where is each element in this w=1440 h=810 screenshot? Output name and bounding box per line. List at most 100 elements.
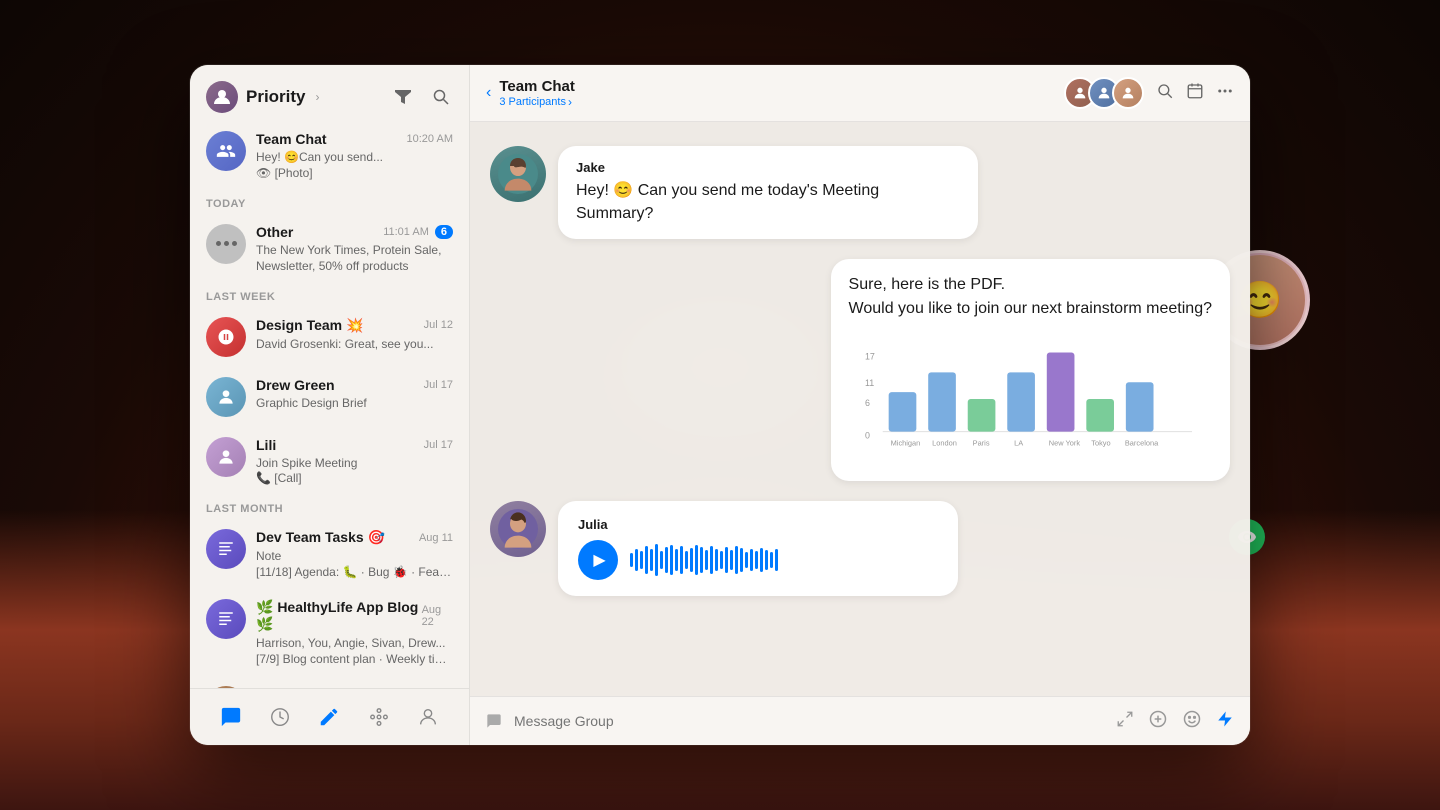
svg-text:6: 6 <box>864 398 869 408</box>
team-chat-icon <box>216 141 236 161</box>
add-icon <box>1148 709 1168 729</box>
messages-area: Jake Hey! 😊 Can you send me today's Meet… <box>470 122 1250 696</box>
expand-input-button[interactable] <box>1116 710 1134 733</box>
wave-bar <box>685 551 688 569</box>
lightning-button[interactable] <box>1216 710 1234 733</box>
conv-item-other[interactable]: Other 11:01 AM 6 The New York Times, Pro… <box>190 214 469 283</box>
wave-bar <box>715 549 718 571</box>
message-bubble-reply: Sure, here is the PDF.Would you like to … <box>831 259 1230 480</box>
svg-text:Tokyo: Tokyo <box>1091 438 1110 447</box>
conv-content-other: Other 11:01 AM 6 The New York Times, Pro… <box>256 224 453 273</box>
section-today: TODAY <box>190 190 469 214</box>
conv-avatar-lili <box>206 437 246 477</box>
julia-sender-name: Julia <box>578 517 778 532</box>
conv-content-lili: Lili Jul 17 Join Spike Meeting 📞 [Call] <box>256 437 453 486</box>
julia-avatar-graphic <box>498 509 538 549</box>
play-icon: ▶ <box>593 550 605 570</box>
emoji-button[interactable] <box>1182 709 1202 734</box>
conversation-list: Team Chat 10:20 AM Hey! 😊Can you send...… <box>190 121 469 688</box>
conv-item-dev-tasks[interactable]: Dev Team Tasks 🎯 Aug 11 Note [11/18] Age… <box>190 519 469 589</box>
wave-bar <box>760 548 763 572</box>
conv-avatar-jake-ford <box>206 686 246 688</box>
nav-apps-button[interactable] <box>361 699 397 735</box>
user-avatar-icon <box>212 87 232 107</box>
wave-bar <box>630 553 633 567</box>
wave-bar <box>700 547 703 573</box>
conv-name-lili: Lili <box>256 437 276 453</box>
p1-avatar-icon <box>1072 85 1088 101</box>
sidebar-bottom-nav <box>190 688 469 745</box>
conv-item-design-team[interactable]: Design Team 💥 Jul 12 David Grosenki: Gre… <box>190 307 469 367</box>
wave-bar <box>695 545 698 575</box>
conv-avatar-dev-tasks <box>206 529 246 569</box>
expand-icon <box>1116 710 1134 728</box>
conv-item-lili[interactable]: Lili Jul 17 Join Spike Meeting 📞 [Call] <box>190 427 469 496</box>
conv-time-other: 11:01 AM <box>383 226 429 238</box>
conv-item-team-chat[interactable]: Team Chat 10:20 AM Hey! 😊Can you send...… <box>190 121 469 190</box>
conv-preview2-other: Newsletter, 50% off products <box>256 259 453 273</box>
svg-text:New York: New York <box>1048 438 1080 447</box>
filter-icon <box>395 90 411 104</box>
jake-sender-name: Jake <box>576 160 960 175</box>
nav-contacts-button[interactable] <box>410 699 446 735</box>
chat-search-button[interactable] <box>1156 82 1174 105</box>
back-button[interactable]: ‹ <box>486 84 491 102</box>
svg-text:0: 0 <box>864 430 869 440</box>
conv-item-healthylife[interactable]: 🌿 HealthyLife App Blog 🌿 Aug 22 Harrison… <box>190 589 469 676</box>
conv-header-dev-tasks: Dev Team Tasks 🎯 Aug 11 <box>256 529 453 546</box>
conv-preview2-dev-tasks: [11/18] Agenda: 🐛 · Bug 🐞 · Feature ⚙️ <box>256 565 453 579</box>
chat-calendar-button[interactable] <box>1186 82 1204 105</box>
play-voice-button[interactable]: ▶ <box>578 540 618 580</box>
search-button[interactable] <box>429 85 453 109</box>
chat-header-left: ‹ Team Chat 3 Participants › <box>486 78 575 109</box>
wave-bar <box>720 551 723 569</box>
conv-preview1-healthylife: Harrison, You, Angie, Sivan, Drew... <box>256 635 453 652</box>
sidebar-title-area: Priority › <box>206 81 320 113</box>
app-layout: Priority › <box>190 65 1250 745</box>
svg-text:Paris: Paris <box>972 438 989 447</box>
conv-content-design-team: Design Team 💥 Jul 12 David Grosenki: Gre… <box>256 317 453 353</box>
conv-time-lili: Jul 17 <box>424 439 453 451</box>
wave-bar <box>710 546 713 574</box>
add-attachment-button[interactable] <box>1148 709 1168 734</box>
wave-bar <box>740 548 743 572</box>
wave-bar <box>750 549 753 571</box>
wave-bar <box>650 549 653 571</box>
conv-name-other: Other <box>256 224 293 240</box>
conv-avatar-healthylife <box>206 599 246 639</box>
message-input[interactable] <box>514 707 1104 735</box>
sidebar-user-avatar[interactable] <box>206 81 238 113</box>
voice-message-bubble: Julia ▶ <box>558 501 958 596</box>
participant-avatar-3 <box>1112 77 1144 109</box>
svg-text:London: London <box>932 438 957 447</box>
conv-preview1-team-chat: Hey! 😊Can you send... <box>256 149 453 166</box>
wave-bar <box>640 551 643 569</box>
chat-more-button[interactable] <box>1216 82 1234 105</box>
nav-chat-button[interactable] <box>213 699 249 735</box>
conv-header-drew-green: Drew Green Jul 17 <box>256 377 453 393</box>
svg-text:Michigan: Michigan <box>890 438 920 447</box>
conv-name-healthylife: 🌿 HealthyLife App Blog 🌿 <box>256 599 422 633</box>
lightning-icon <box>1216 710 1234 728</box>
wave-bar <box>705 550 708 570</box>
filter-button[interactable] <box>391 85 415 109</box>
sidebar-title: Priority <box>246 87 306 107</box>
conv-item-drew-green[interactable]: Drew Green Jul 17 Graphic Design Brief <box>190 367 469 427</box>
wave-bar <box>680 546 683 574</box>
nav-clock-button[interactable] <box>262 699 298 735</box>
conv-name-design-team: Design Team 💥 <box>256 317 363 334</box>
lili-icon <box>216 447 236 467</box>
nav-compose-button[interactable] <box>311 699 347 735</box>
conv-time-dev-tasks: Aug 11 <box>419 532 453 544</box>
message-bubble-jake: Jake Hey! 😊 Can you send me today's Meet… <box>558 146 978 239</box>
message-compose-icon <box>486 713 502 729</box>
svg-text:11: 11 <box>864 378 873 388</box>
bar-chart: 17 11 6 0 <box>861 344 1197 454</box>
wave-bar <box>770 552 773 568</box>
conv-preview-drew-green: Graphic Design Brief <box>256 395 453 412</box>
conv-item-jake-ford[interactable]: Jake Ford Aug 28 👁 🙌 <box>190 676 469 688</box>
conv-preview2-healthylife: [7/9] Blog content plan · Weekly tip ✨ <box>256 652 453 666</box>
message-row-jake: Jake Hey! 😊 Can you send me today's Meet… <box>490 146 1230 239</box>
julia-avatar <box>490 501 546 557</box>
conv-preview1-other: The New York Times, Protein Sale, <box>256 242 453 259</box>
